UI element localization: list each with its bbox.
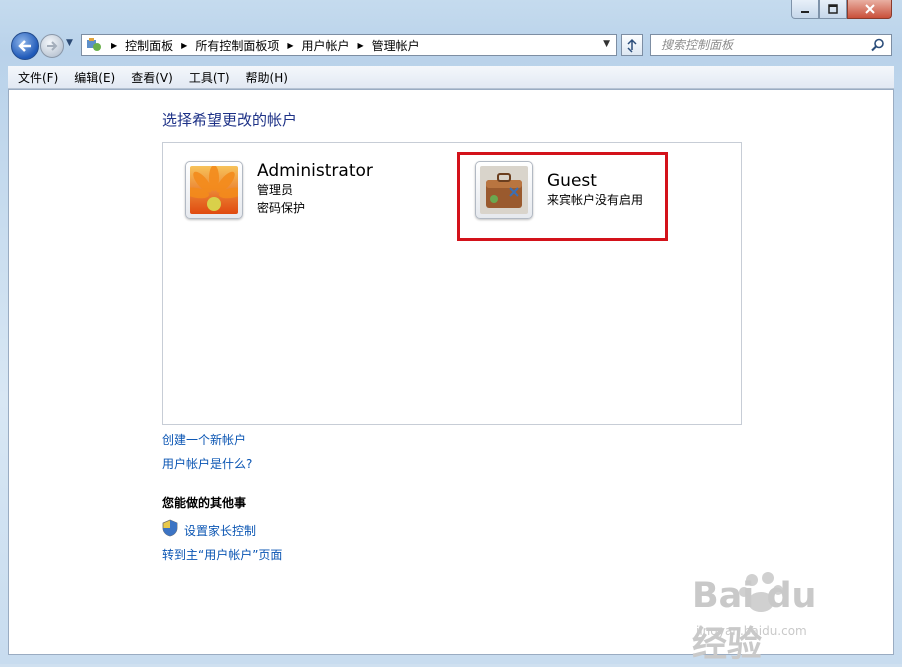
create-account-link[interactable]: 创建一个新帐户 bbox=[162, 431, 246, 448]
minimize-button[interactable] bbox=[791, 0, 819, 19]
close-icon bbox=[864, 4, 875, 14]
account-tile-administrator[interactable]: Administrator 管理员 密码保护 bbox=[185, 161, 373, 219]
maximize-button[interactable] bbox=[819, 0, 847, 19]
address-bar[interactable]: ▶ 控制面板 ▶ 所有控制面板项 ▶ 用户帐户 ▶ 管理帐户 ▼ bbox=[81, 34, 617, 56]
menu-file[interactable]: 文件(F) bbox=[8, 69, 64, 86]
account-status: 密码保护 bbox=[257, 201, 306, 215]
menu-help[interactable]: 帮助(H) bbox=[236, 69, 294, 86]
navigation-bar: ▼ ▶ 控制面板 ▶ 所有控制面板项 ▶ 用户帐户 ▶ 管理帐户 ▼ bbox=[0, 30, 902, 62]
refresh-button[interactable] bbox=[621, 34, 643, 56]
forward-arrow-icon bbox=[47, 41, 58, 51]
what-is-user-account-link[interactable]: 用户帐户是什么? bbox=[162, 455, 252, 472]
back-button[interactable] bbox=[11, 32, 39, 60]
highlight-box bbox=[457, 152, 668, 241]
breadcrumb-item[interactable]: 用户帐户 bbox=[302, 37, 350, 54]
menu-view[interactable]: 查看(V) bbox=[121, 69, 179, 86]
watermark-brand: Bai du 经验 bbox=[692, 576, 817, 665]
minimize-icon bbox=[801, 11, 809, 13]
breadcrumb-separator-icon[interactable]: ▶ bbox=[181, 41, 187, 50]
goto-main-user-accounts-link[interactable]: 转到主“用户帐户”页面 bbox=[162, 546, 282, 563]
flower-avatar-icon bbox=[190, 166, 238, 214]
parental-control-link[interactable]: 设置家长控制 bbox=[184, 522, 256, 539]
breadcrumb-separator-icon[interactable]: ▶ bbox=[287, 41, 293, 50]
avatar[interactable] bbox=[185, 161, 243, 219]
control-panel-window: ▼ ▶ 控制面板 ▶ 所有控制面板项 ▶ 用户帐户 ▶ 管理帐户 ▼ 搜索控制面… bbox=[0, 0, 902, 665]
account-type: 管理员 bbox=[257, 183, 294, 197]
account-name: Administrator bbox=[257, 161, 373, 181]
breadcrumb-item[interactable]: 管理帐户 bbox=[372, 37, 420, 54]
breadcrumb: ▶ 控制面板 ▶ 所有控制面板项 ▶ 用户帐户 ▶ 管理帐户 bbox=[103, 37, 420, 54]
menu-tools[interactable]: 工具(T) bbox=[179, 69, 236, 86]
breadcrumb-item[interactable]: 所有控制面板项 bbox=[195, 37, 279, 54]
back-arrow-icon bbox=[18, 40, 31, 52]
close-button[interactable] bbox=[847, 0, 892, 19]
account-info: Administrator 管理员 密码保护 bbox=[257, 161, 373, 219]
search-icon[interactable] bbox=[871, 38, 885, 55]
page-title: 选择希望更改的帐户 bbox=[162, 111, 298, 129]
maximize-icon bbox=[828, 4, 838, 14]
window-caption-buttons bbox=[791, 0, 892, 20]
menu-bar: 文件(F) 编辑(E) 查看(V) 工具(T) 帮助(H) bbox=[8, 66, 894, 89]
refresh-icon bbox=[627, 38, 637, 53]
breadcrumb-separator-icon[interactable]: ▶ bbox=[358, 41, 364, 50]
recent-pages-dropdown[interactable]: ▼ bbox=[66, 38, 73, 48]
shield-icon bbox=[162, 519, 178, 537]
breadcrumb-separator-icon[interactable]: ▶ bbox=[111, 41, 117, 50]
control-panel-icon bbox=[85, 36, 103, 54]
search-input[interactable] bbox=[659, 37, 863, 53]
other-tasks-heading: 您能做的其他事 bbox=[162, 496, 247, 510]
menu-edit[interactable]: 编辑(E) bbox=[64, 69, 121, 86]
watermark-url: jingyan.baidu.com bbox=[696, 624, 807, 638]
forward-button[interactable] bbox=[40, 34, 64, 58]
address-dropdown-icon[interactable]: ▼ bbox=[603, 39, 610, 49]
baidu-watermark: Bai du 经验 jingyan.baidu.com bbox=[692, 572, 862, 665]
search-box[interactable] bbox=[650, 34, 892, 56]
breadcrumb-item[interactable]: 控制面板 bbox=[125, 37, 173, 54]
